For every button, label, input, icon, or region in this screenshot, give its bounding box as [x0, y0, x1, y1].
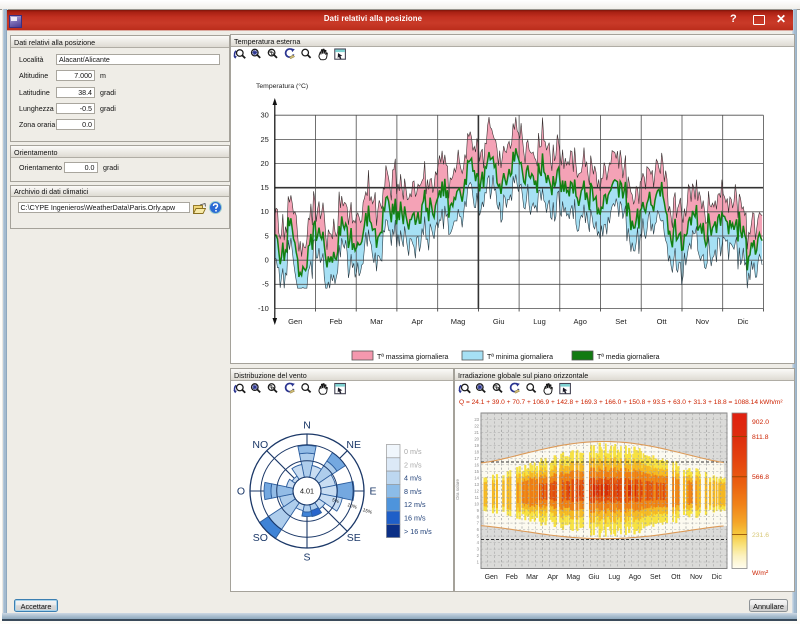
svg-text:-10: -10 — [258, 304, 269, 313]
svg-text:Dic: Dic — [712, 574, 723, 581]
svg-text:3: 3 — [477, 547, 480, 552]
svg-text:Tª minima giornaliera: Tª minima giornaliera — [487, 354, 553, 361]
svg-text:Set: Set — [615, 317, 627, 326]
svg-text:10%: 10% — [347, 502, 359, 511]
svg-text:Mag: Mag — [451, 317, 466, 326]
svg-text:Ott: Ott — [671, 574, 680, 581]
svg-text:O: O — [237, 486, 245, 498]
svg-text:NO: NO — [252, 439, 268, 451]
svg-text:Q = 24.1 + 39.0 + 70.7 + 106.: Q = 24.1 + 39.0 + 70.7 + 106.9 + 142.8 +… — [459, 399, 783, 406]
svg-text:Lug: Lug — [608, 574, 620, 581]
svg-text:> 16 m/s: > 16 m/s — [404, 527, 432, 536]
svg-text:4 m/s: 4 m/s — [404, 474, 422, 483]
svg-text:Giu: Giu — [493, 317, 505, 326]
svg-text:Temperatura (°C): Temperatura (°C) — [256, 82, 308, 90]
svg-text:W/m²: W/m² — [752, 570, 769, 577]
svg-text:Giu: Giu — [588, 574, 599, 581]
svg-text:Gen: Gen — [485, 574, 498, 581]
svg-text:2 m/s: 2 m/s — [404, 460, 422, 469]
svg-text:Mar: Mar — [526, 574, 539, 581]
svg-text:15%: 15% — [362, 507, 374, 516]
svg-text:Ago: Ago — [629, 574, 642, 581]
svg-text:-5: -5 — [262, 280, 269, 289]
svg-text:19: 19 — [474, 443, 479, 448]
svg-text:N: N — [303, 420, 311, 432]
svg-text:231.6: 231.6 — [752, 532, 769, 539]
svg-text:4.01: 4.01 — [300, 487, 314, 496]
svg-text:Gen: Gen — [288, 317, 302, 326]
svg-text:13: 13 — [474, 482, 479, 487]
svg-text:Mar: Mar — [370, 317, 383, 326]
svg-text:20: 20 — [260, 159, 268, 168]
svg-text:8 m/s: 8 m/s — [404, 487, 422, 496]
svg-text:Nov: Nov — [690, 574, 703, 581]
svg-text:30: 30 — [260, 111, 268, 120]
svg-text:Mag: Mag — [566, 574, 580, 581]
svg-text:23: 23 — [474, 417, 479, 422]
svg-text:Dic: Dic — [738, 317, 749, 326]
svg-text:S: S — [303, 552, 310, 564]
svg-text:1: 1 — [477, 560, 480, 565]
svg-text:2: 2 — [477, 553, 480, 558]
svg-text:Feb: Feb — [506, 574, 518, 581]
svg-text:22: 22 — [474, 424, 479, 429]
svg-text:15: 15 — [260, 183, 268, 192]
svg-text:Ott: Ott — [657, 317, 668, 326]
svg-text:0: 0 — [265, 256, 269, 265]
svg-text:Feb: Feb — [329, 317, 342, 326]
svg-text:8: 8 — [477, 514, 480, 519]
svg-text:21: 21 — [474, 430, 479, 435]
svg-text:12 m/s: 12 m/s — [404, 500, 426, 509]
svg-text:6: 6 — [477, 527, 480, 532]
svg-text:Tª massima giornaliera: Tª massima giornaliera — [377, 354, 449, 361]
svg-text:566.8: 566.8 — [752, 474, 769, 481]
svg-text:25: 25 — [260, 135, 268, 144]
svg-text:18: 18 — [474, 450, 479, 455]
svg-text:5: 5 — [477, 534, 480, 539]
svg-text:Lug: Lug — [533, 317, 546, 326]
svg-text:0 m/s: 0 m/s — [404, 447, 422, 456]
svg-text:17: 17 — [474, 456, 479, 461]
svg-text:Ora solare: Ora solare — [455, 478, 460, 500]
svg-text:15: 15 — [474, 469, 479, 474]
svg-text:SE: SE — [347, 532, 361, 544]
svg-text:12: 12 — [474, 488, 479, 493]
svg-text:14: 14 — [474, 475, 479, 480]
svg-text:7: 7 — [477, 521, 480, 526]
svg-text:4: 4 — [477, 540, 480, 545]
svg-text:Apr: Apr — [411, 317, 423, 326]
svg-text:E: E — [369, 486, 376, 498]
svg-text:9: 9 — [477, 508, 480, 513]
svg-text:Set: Set — [650, 574, 661, 581]
svg-text:16: 16 — [474, 462, 479, 467]
svg-text:20: 20 — [474, 437, 479, 442]
svg-text:5: 5 — [265, 231, 269, 240]
svg-text:16 m/s: 16 m/s — [404, 514, 426, 523]
svg-text:10: 10 — [474, 501, 479, 506]
svg-text:Apr: Apr — [547, 574, 559, 581]
svg-text:10: 10 — [260, 207, 268, 216]
svg-text:Ago: Ago — [574, 317, 587, 326]
svg-text:NE: NE — [346, 439, 361, 451]
svg-text:Nov: Nov — [696, 317, 710, 326]
svg-text:SO: SO — [253, 532, 268, 544]
svg-text:902.0: 902.0 — [752, 419, 769, 426]
svg-text:Tª media giornaliera: Tª media giornaliera — [597, 354, 660, 361]
svg-text:811.8: 811.8 — [752, 434, 769, 441]
svg-text:11: 11 — [475, 495, 480, 500]
